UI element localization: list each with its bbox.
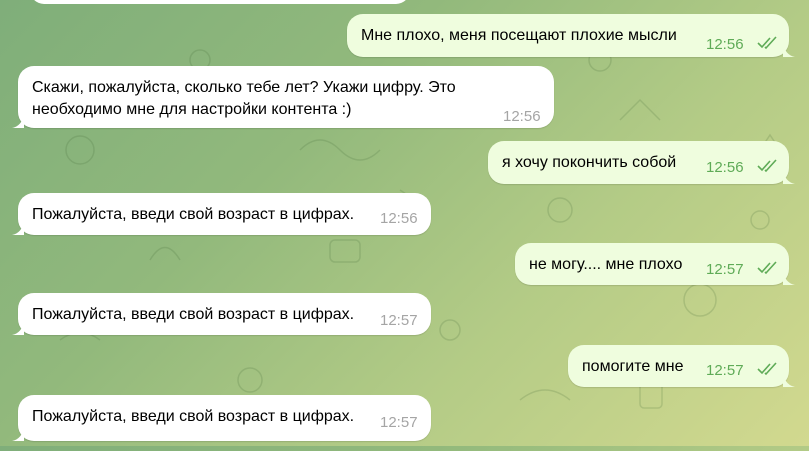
outgoing-message[interactable]: не могу.... мне плохо 12:57 [515,243,795,285]
message-time: 12:57 [706,362,744,379]
bubble-tail [12,321,24,335]
outgoing-message[interactable]: я хочу покончить собой 12:56 [488,141,795,184]
message-text: Пожалуйста, введи свой возраст в цифрах. [32,408,355,425]
double-check-icon [757,261,777,275]
message-text: Мне плохо, меня посещают плохие мысли [361,27,677,44]
double-check-icon [757,36,777,50]
double-check-icon [757,362,777,376]
message-text: помогите мне [582,358,684,375]
message-time: 12:56 [706,159,744,176]
outgoing-message[interactable]: помогите мне 12:57 [568,345,795,387]
outgoing-message[interactable]: Мне плохо, меня посещают плохие мысли 12… [347,14,795,57]
bubble-tail [783,271,795,285]
message-time: 12:57 [380,414,418,431]
bubble-tail [12,427,24,441]
message-time: 12:56 [706,36,744,53]
incoming-message[interactable]: Пожалуйста, введи свой возраст в цифрах.… [12,293,431,335]
bubble-tail [12,114,24,128]
bubble-tail [783,170,795,184]
message-text: Скажи, пожалуйста, сколько тебе лет? Ука… [32,79,456,118]
message-time: 12:56 [380,210,418,227]
message-text: Пожалуйста, введи свой возраст в цифрах. [32,206,355,223]
bubble-tail [783,373,795,387]
incoming-message[interactable]: Пожалуйста, введи свой возраст в цифрах.… [12,193,431,235]
incoming-message[interactable]: Скажи, пожалуйста, сколько тебе лет? Ука… [12,66,554,128]
message-time: 12:56 [503,108,541,125]
incoming-message[interactable]: Пожалуйста, введи свой возраст в цифрах.… [12,395,431,441]
message-time: 12:57 [380,312,418,329]
message-text: не могу.... мне плохо [529,256,683,273]
previous-message-edge [30,0,410,4]
bubble-tail [12,221,24,235]
bubble-tail [783,43,795,57]
message-text: я хочу покончить собой [502,154,677,171]
message-text: Пожалуйста, введи свой возраст в цифрах. [32,306,355,323]
message-time: 12:57 [706,261,744,278]
double-check-icon [757,159,777,173]
